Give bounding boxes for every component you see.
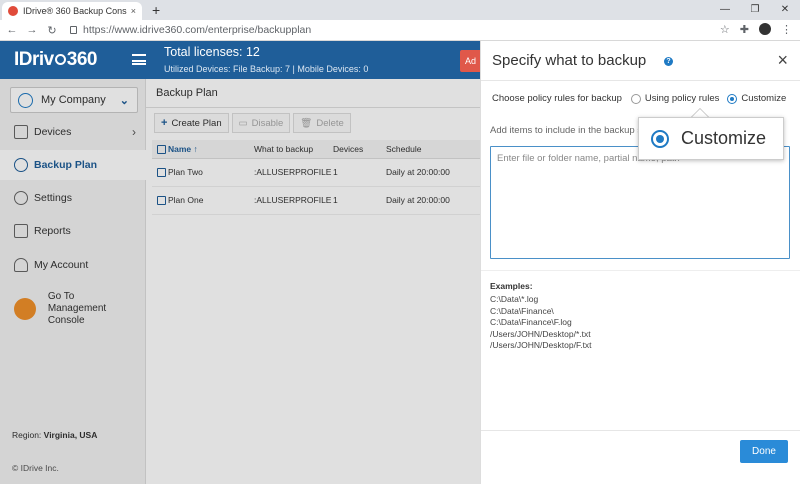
examples-title: Examples: [490, 281, 533, 291]
hamburger-menu-icon[interactable] [132, 54, 146, 65]
policy-rules-label[interactable]: Using policy rules [645, 93, 719, 104]
tab-close-icon[interactable]: × [131, 6, 136, 16]
url-text: https://www.idrive360.com/enterprise/bac… [83, 24, 312, 36]
customize-radio[interactable] [727, 93, 738, 104]
lock-icon [70, 26, 77, 34]
browser-tab-title: IDrive® 360 Backup Console for [23, 6, 127, 16]
panel-title: Specify what to backup [492, 52, 647, 69]
extensions-icon[interactable]: ✚ [740, 23, 749, 36]
idrive-favicon-icon [8, 6, 18, 16]
browser-tabstrip: IDrive® 360 Backup Console for × + — ❐ ✕ [0, 0, 800, 20]
include-items-textarea[interactable]: Enter file or folder name, partial name,… [490, 146, 790, 259]
divider [481, 430, 800, 431]
add-button[interactable]: Ad [460, 50, 480, 72]
browser-menu-icon[interactable]: ⋮ [781, 23, 792, 36]
example-item: C:\Data\*.log [490, 294, 539, 304]
example-item: /Users/JOHN/Desktop/F.txt [490, 340, 592, 350]
profile-avatar[interactable] [759, 23, 771, 35]
browser-actions: ☆ ✚ ⋮ [720, 23, 792, 36]
customize-callout: Customize [638, 117, 784, 160]
back-icon[interactable]: ← [4, 24, 20, 36]
callout-label: Customize [681, 128, 767, 148]
browser-tab[interactable]: IDrive® 360 Backup Console for × [2, 2, 142, 20]
address-bar: ← → ↻ https://www.idrive360.com/enterpri… [0, 20, 800, 41]
forward-icon[interactable]: → [24, 24, 40, 36]
window-close-icon[interactable]: ✕ [770, 0, 800, 20]
specify-backup-panel: Specify what to backup ? × Choose policy… [480, 41, 800, 484]
example-item: C:\Data\Finance\ [490, 305, 554, 316]
divider [481, 270, 800, 271]
radio-selected-icon [651, 129, 669, 148]
idrive-logo[interactable]: IDriv 360 [14, 49, 97, 71]
policy-rules-radio[interactable] [630, 93, 641, 104]
policy-options: Choose policy rules for backup Using pol… [492, 93, 786, 104]
close-icon[interactable]: × [777, 50, 788, 71]
policy-label: Choose policy rules for backup [492, 93, 622, 104]
examples-list: C:\Data\*.log C:\Data\Finance\ C:\Data\F… [490, 294, 592, 352]
done-button[interactable]: Done [740, 440, 788, 463]
logo-text: IDriv [14, 49, 54, 70]
bookmark-star-icon[interactable]: ☆ [720, 23, 730, 36]
divider [481, 80, 800, 81]
minimize-icon[interactable]: — [710, 0, 740, 20]
example-item: C:\Data\Finance\F.log [490, 317, 572, 327]
logo-ring-icon [54, 54, 66, 65]
help-icon[interactable]: ? [664, 57, 673, 66]
utilized-devices: Utilized Devices: File Backup: 7 | Mobil… [164, 64, 369, 74]
customize-label[interactable]: Customize [741, 93, 786, 104]
logo-360: 360 [66, 49, 98, 70]
reload-icon[interactable]: ↻ [44, 24, 60, 37]
restore-icon[interactable]: ❐ [740, 0, 770, 20]
add-items-label: Add items to include in the backup s [490, 125, 643, 136]
total-licenses: Total licenses: 12 [164, 45, 260, 59]
example-item: /Users/JOHN/Desktop/*.txt [490, 328, 591, 339]
window-controls: — ❐ ✕ [710, 0, 800, 20]
new-tab-button[interactable]: + [152, 2, 160, 18]
modal-backdrop[interactable] [0, 79, 480, 484]
url-field[interactable]: https://www.idrive360.com/enterprise/bac… [70, 24, 311, 36]
